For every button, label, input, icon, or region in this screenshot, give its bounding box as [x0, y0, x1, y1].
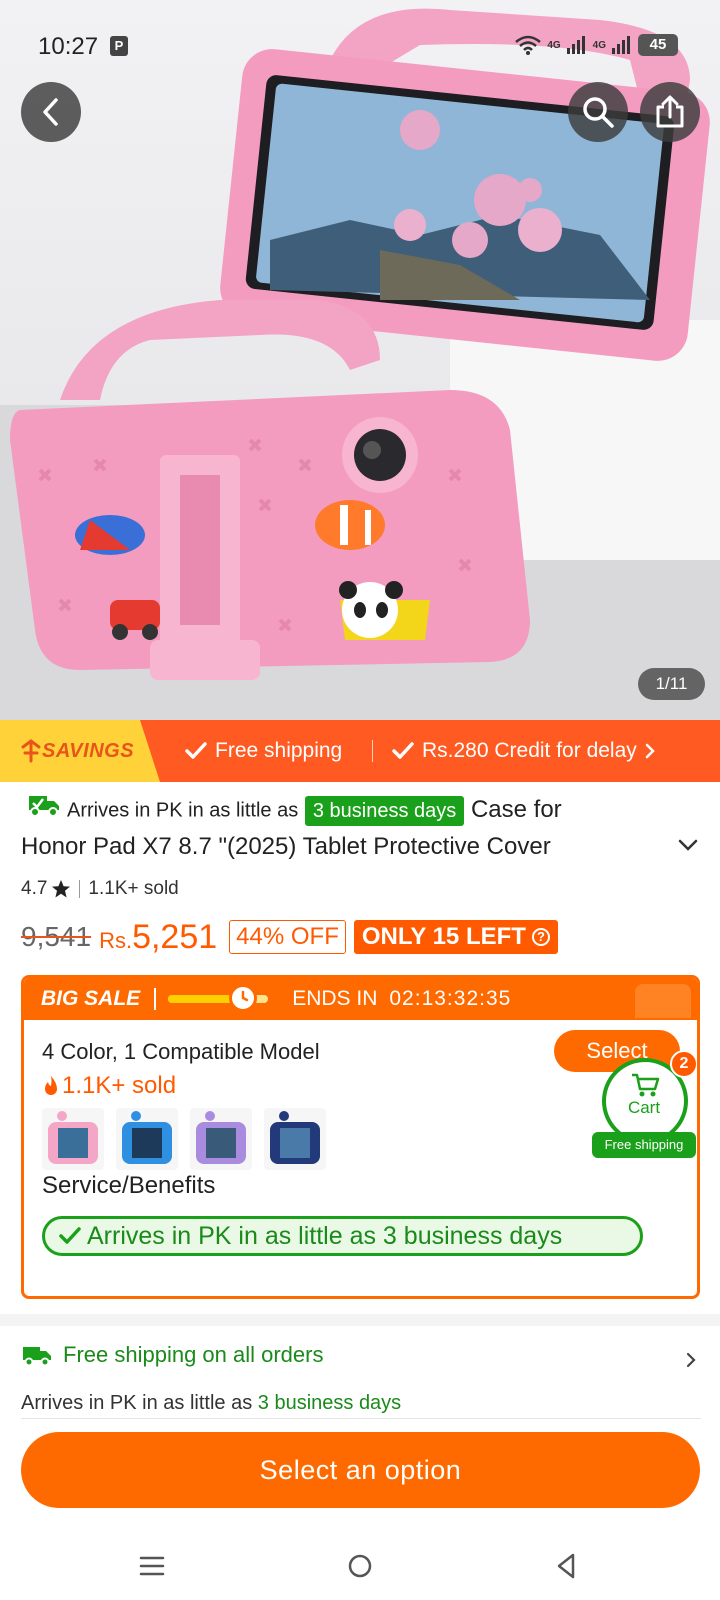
sale-price-value: 5,251	[132, 917, 218, 956]
shipping-estimate: Arrives in PK in as little as 3 business…	[21, 1392, 401, 1415]
check-icon	[59, 1227, 81, 1244]
variant-thumbnails	[42, 1108, 326, 1170]
savings-tag: SAVINGS	[0, 720, 160, 782]
home-button[interactable]	[338, 1544, 382, 1588]
title-text-line1: Case for	[470, 796, 562, 823]
divider	[21, 1418, 701, 1419]
status-time: 10:27	[38, 33, 99, 60]
section-divider	[0, 1314, 720, 1326]
status-icons: 4G 4G 45	[515, 34, 678, 56]
variant-thumb-navy[interactable]	[264, 1108, 326, 1170]
search-icon	[583, 97, 614, 128]
chevron-left-icon	[43, 98, 58, 126]
savings-label: SAVINGS	[42, 739, 135, 762]
signal-icon	[566, 36, 585, 54]
discount-badge: 44% OFF	[229, 920, 346, 954]
fast-delivery-icon	[27, 792, 61, 829]
variant-thumb-purple[interactable]	[190, 1108, 252, 1170]
product-title[interactable]: Arrives in PK in as little as 3 business…	[21, 792, 661, 865]
big-sale-header: BIG SALE ENDS IN 02:13:32:35	[24, 978, 697, 1020]
big-sale-title: BIG SALE	[41, 987, 141, 1010]
chevron-down-icon[interactable]	[678, 838, 698, 852]
share-icon	[656, 95, 684, 128]
sale-divider	[154, 988, 157, 1010]
chevron-right-icon[interactable]	[686, 1352, 696, 1368]
shipping-estimate-prefix: Arrives in PK in as little as	[21, 1392, 253, 1414]
chevron-right-icon	[645, 743, 655, 759]
check-icon	[185, 742, 207, 759]
cart-label: Cart	[627, 1098, 661, 1117]
variant-thumb-pink[interactable]	[42, 1108, 104, 1170]
delay-credit-badge[interactable]: Rs.280 Credit for delay	[392, 720, 655, 782]
savings-icon	[21, 739, 41, 763]
free-shipping-row[interactable]: Free shipping on all orders	[21, 1342, 701, 1368]
back-triangle-icon	[557, 1553, 575, 1579]
free-shipping-title: Free shipping on all orders	[63, 1342, 324, 1367]
battery-icon: 45	[638, 34, 678, 56]
search-button[interactable]	[568, 82, 628, 142]
delivery-benefit-label: Arrives in PK in as little as 3 business…	[87, 1221, 563, 1250]
savings-banner[interactable]: SAVINGS Free shipping Rs.280 Credit for …	[0, 720, 720, 782]
savings-divider	[372, 740, 373, 762]
status-p-icon: P	[110, 36, 128, 56]
signal-4g-label-1: 4G	[547, 39, 561, 51]
sale-progress-bar	[168, 984, 269, 1012]
shipping-estimate-days: 3 business days	[257, 1392, 402, 1414]
rating-value: 4.7	[21, 878, 48, 899]
big-sale-panel: BIG SALE ENDS IN 02:13:32:35 4 Color, 1 …	[21, 975, 700, 1299]
title-text-line2: Honor Pad X7 8.7 "(2025) Tablet Protecti…	[21, 833, 551, 861]
signal-4g-label-2: 4G	[592, 39, 606, 51]
ends-in-label: ENDS IN	[292, 987, 378, 1010]
select-option-button[interactable]: Select an option	[21, 1432, 700, 1508]
recent-apps-button[interactable]	[130, 1544, 174, 1588]
back-button[interactable]	[21, 82, 81, 142]
clock-icon	[229, 984, 258, 1012]
cart-button[interactable]: Cart 2 Free shipping	[592, 1050, 697, 1168]
truck-icon	[23, 1347, 51, 1367]
signal-icon	[612, 36, 630, 54]
cart-free-shipping: Free shipping	[592, 1132, 696, 1158]
status-bar: 10:27 P 4G 4G 45	[0, 0, 720, 96]
system-nav-bar	[0, 1530, 720, 1600]
rating-row[interactable]: 4.7 1.1K+ sold	[21, 878, 179, 900]
menu-icon	[139, 1556, 165, 1576]
system-back-button[interactable]	[544, 1544, 588, 1588]
delivery-benefit-pill: Arrives in PK in as little as 3 business…	[42, 1216, 643, 1256]
delay-credit-label: Rs.280 Credit for delay	[422, 739, 637, 762]
home-circle-icon	[348, 1554, 372, 1578]
variant-sold: 1.1K+ sold	[42, 1072, 176, 1100]
cart-count-badge: 2	[670, 1050, 697, 1078]
title-arrives-text: Arrives in PK in as little as	[67, 799, 299, 822]
share-button[interactable]	[640, 82, 700, 142]
original-price: 9,541	[21, 921, 92, 952]
currency-symbol: Rs.	[99, 927, 133, 953]
free-shipping-badge: Free shipping	[185, 720, 342, 782]
rating-divider	[79, 880, 81, 898]
price-row: 9,541 Rs.5,251 44% OFF ONLY 15 LEFT?	[21, 916, 558, 958]
check-icon	[392, 742, 414, 759]
variant-summary: 4 Color, 1 Compatible Model	[42, 1039, 320, 1064]
countdown-timer: 02:13:32:35	[389, 987, 512, 1010]
title-days-pill: 3 business days	[304, 795, 465, 826]
stock-badge[interactable]: ONLY 15 LEFT?	[353, 920, 558, 954]
cart-icon	[632, 1073, 660, 1097]
image-counter: 1/11	[638, 668, 705, 700]
help-icon: ?	[531, 928, 550, 946]
variant-sold-label: 1.1K+ sold	[62, 1072, 177, 1099]
sale-decoration	[635, 984, 691, 1018]
sale-price: Rs.5,251	[99, 918, 217, 957]
stock-label: ONLY 15 LEFT	[361, 923, 526, 950]
variant-thumb-blue[interactable]	[116, 1108, 178, 1170]
star-icon	[52, 880, 71, 898]
service-benefits-title: Service/Benefits	[42, 1172, 216, 1199]
wifi-icon	[515, 35, 542, 55]
free-shipping-label: Free shipping	[215, 739, 343, 762]
flame-icon	[45, 1076, 57, 1095]
sold-count: 1.1K+ sold	[88, 878, 179, 899]
